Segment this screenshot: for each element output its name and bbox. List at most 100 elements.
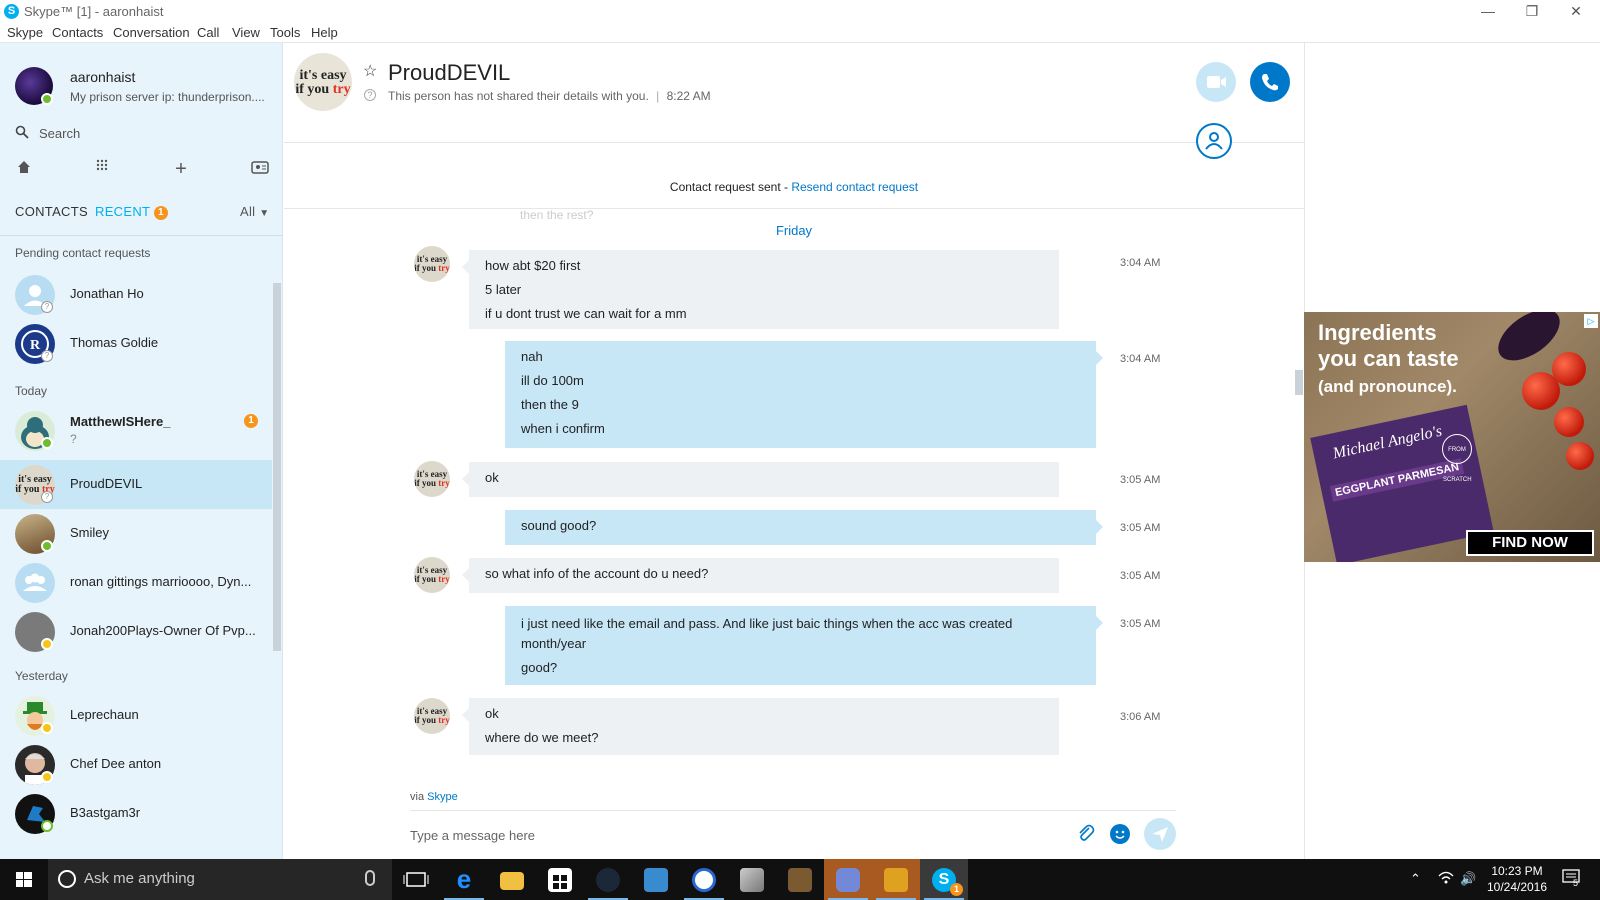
avatar-text: if you xyxy=(414,715,439,725)
message-outgoing[interactable]: nah ill do 100m then the 9 when i confir… xyxy=(505,341,1103,448)
folder-icon xyxy=(500,872,524,890)
taskbar-blue-app[interactable] xyxy=(632,859,680,900)
via-skype-link[interactable]: Skype xyxy=(427,791,458,803)
close-icon[interactable]: ✕ xyxy=(1554,0,1598,23)
tab-contacts[interactable]: CONTACTS xyxy=(15,204,88,219)
cortana-icon xyxy=(58,870,76,888)
menu-conversation[interactable]: Conversation xyxy=(113,25,190,40)
status-away-icon xyxy=(41,771,53,783)
cortana-search-box[interactable]: Ask me anything xyxy=(48,859,392,900)
taskbar-store[interactable] xyxy=(536,859,584,900)
find-now-button[interactable]: FIND NOW xyxy=(1466,530,1594,556)
menu-skype[interactable]: Skype xyxy=(7,25,43,40)
advertisement-banner[interactable]: Ingredients you can taste (and pronounce… xyxy=(1304,312,1600,562)
list-item-jonathan-ho[interactable]: ? Jonathan Ho xyxy=(0,270,272,319)
microphone-icon[interactable] xyxy=(365,870,375,886)
conversation-avatar[interactable]: it's easy if you try xyxy=(294,53,352,111)
add-people-icon xyxy=(1205,132,1223,150)
dialpad-icon[interactable] xyxy=(92,159,112,179)
menu-contacts[interactable]: Contacts xyxy=(52,25,103,40)
sender-avatar[interactable]: it's easy if you try xyxy=(414,246,450,282)
list-item-thomas-goldie[interactable]: R ? Thomas Goldie xyxy=(0,319,272,368)
section-today-label: Today xyxy=(15,384,48,398)
search-input[interactable] xyxy=(39,123,259,143)
avatar-text: if you xyxy=(414,263,439,273)
paperclip-icon[interactable] xyxy=(1076,823,1096,843)
taskbar-image-app[interactable] xyxy=(728,859,776,900)
add-plus-icon[interactable]: + xyxy=(171,159,191,179)
message-line: ill do 100m xyxy=(521,373,584,388)
conversation-scrollbar[interactable] xyxy=(1295,370,1303,395)
steam-icon xyxy=(596,868,620,892)
list-item-matthewishere[interactable]: MatthewISHere_ ? 1 xyxy=(0,404,272,459)
contact-name: Smiley xyxy=(70,525,110,540)
divider xyxy=(410,810,1176,811)
message-incoming[interactable]: so what info of the account do u need? xyxy=(462,558,1059,593)
network-icon[interactable] xyxy=(1438,871,1454,888)
task-view-icon xyxy=(403,872,429,887)
list-item-leprechaun[interactable]: Leprechaun xyxy=(0,691,272,740)
task-view-button[interactable] xyxy=(392,859,440,900)
tab-recent[interactable]: RECENT 1 xyxy=(95,204,168,220)
my-username[interactable]: aaronhaist xyxy=(70,69,135,85)
video-call-button[interactable] xyxy=(1196,62,1236,102)
tab-recent-label: RECENT xyxy=(95,204,151,219)
avatar-text: try xyxy=(438,263,450,273)
sidebar-scrollbar[interactable] xyxy=(273,283,281,651)
list-item-prouddevil[interactable]: it's easy if you try ? ProudDEVIL xyxy=(0,460,272,509)
taskbar-discord[interactable] xyxy=(824,859,872,900)
list-item-b3astgam3r[interactable]: B3astgam3r xyxy=(0,789,272,838)
add-people-button[interactable] xyxy=(1196,123,1232,159)
list-item-chef-dee-anton[interactable]: Chef Dee anton xyxy=(0,740,272,789)
resend-request-link[interactable]: Resend contact request xyxy=(791,180,918,194)
chevron-up-icon[interactable]: ⌃ xyxy=(1410,871,1421,887)
conversation-title[interactable]: ProudDEVIL xyxy=(388,60,510,86)
send-button[interactable] xyxy=(1144,818,1176,850)
taskbar-g-app[interactable] xyxy=(680,859,728,900)
filter-label: All xyxy=(240,204,256,219)
message-incoming[interactable]: ok where do we meet? xyxy=(462,698,1059,755)
list-item-jonah200plays[interactable]: Jonah200Plays-Owner Of Pvp... xyxy=(0,607,272,656)
taskbar-file-explorer[interactable] xyxy=(488,859,536,900)
home-icon[interactable] xyxy=(14,159,34,179)
restore-icon[interactable]: ❐ xyxy=(1510,0,1554,23)
my-status-online-icon[interactable] xyxy=(41,93,53,105)
taskbar-minecraft[interactable] xyxy=(776,859,824,900)
sender-avatar[interactable]: it's easy if you try xyxy=(414,698,450,734)
menu-view[interactable]: View xyxy=(232,25,260,40)
message-incoming[interactable]: how abt $20 first 5 later if u dont trus… xyxy=(462,250,1059,329)
action-center-icon[interactable]: 5 xyxy=(1562,869,1580,890)
sender-avatar[interactable]: it's easy if you try xyxy=(414,557,450,593)
my-mood-message[interactable]: My prison server ip: thunderprison.... xyxy=(70,90,270,104)
status-unknown-icon: ? xyxy=(41,491,53,503)
list-item-smiley[interactable]: Smiley xyxy=(0,509,272,558)
status-away-icon xyxy=(41,638,53,650)
menu-help[interactable]: Help xyxy=(311,25,338,40)
request-status-text: Contact request sent - xyxy=(669,180,792,194)
taskbar-skype[interactable]: S 1 xyxy=(920,859,968,900)
menu-tools[interactable]: Tools xyxy=(270,25,300,40)
ad-headline-line: (and pronounce). xyxy=(1318,377,1457,396)
message-input[interactable] xyxy=(410,824,1050,846)
filter-dropdown[interactable]: All ▼ xyxy=(240,204,269,219)
taskbar-csgo[interactable] xyxy=(872,859,920,900)
list-item-group-ronan[interactable]: ronan gittings marrioooo, Dyn... xyxy=(0,558,272,607)
search-box[interactable] xyxy=(15,123,270,145)
message-line: good? xyxy=(521,660,558,675)
menu-call[interactable]: Call xyxy=(197,25,219,40)
emoticon-icon[interactable] xyxy=(1110,824,1130,844)
message-outgoing[interactable]: sound good? xyxy=(505,510,1103,545)
message-outgoing[interactable]: i just need like the email and pass. And… xyxy=(505,606,1103,685)
start-button[interactable] xyxy=(0,859,48,900)
voice-call-button[interactable] xyxy=(1250,62,1290,102)
sender-avatar[interactable]: it's easy if you try xyxy=(414,461,450,497)
minimize-icon[interactable]: — xyxy=(1466,0,1510,23)
contact-name: B3astgam3r xyxy=(70,805,141,820)
taskbar-edge[interactable]: e xyxy=(440,859,488,900)
message-incoming[interactable]: ok xyxy=(462,462,1059,497)
add-contact-icon[interactable] xyxy=(250,159,270,179)
taskbar-clock[interactable]: 10:23 PM 10/24/2016 xyxy=(1474,863,1560,895)
adchoices-icon[interactable]: ▷ xyxy=(1584,314,1598,328)
taskbar-steam[interactable] xyxy=(584,859,632,900)
favorite-star-icon[interactable]: ☆ xyxy=(363,61,377,81)
